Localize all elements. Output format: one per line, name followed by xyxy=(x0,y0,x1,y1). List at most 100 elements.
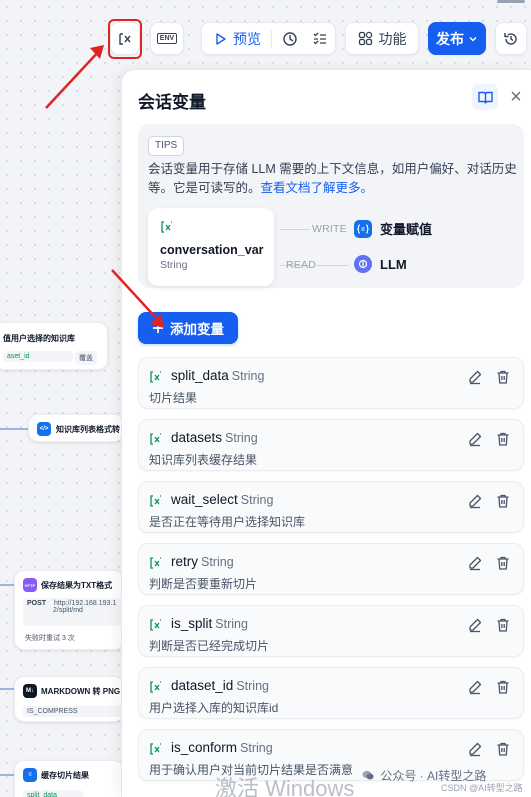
edit-icon[interactable] xyxy=(467,431,483,452)
variable-type: String xyxy=(231,369,265,383)
edit-icon[interactable] xyxy=(467,679,483,700)
workflow-node-code[interactable]: </> 知识库列表格式转 xyxy=(28,414,124,442)
delete-icon[interactable] xyxy=(495,679,511,700)
edit-icon[interactable] xyxy=(467,493,483,514)
variable-name: wait_select xyxy=(171,492,238,507)
version-history-button[interactable] xyxy=(495,22,527,55)
run-history-button[interactable] xyxy=(282,31,298,47)
llm-icon xyxy=(354,255,372,273)
toolbar-divider xyxy=(271,29,272,48)
features-grid-icon xyxy=(358,31,372,46)
chevron-down-icon xyxy=(469,36,477,42)
add-variable-label: 添加变量 xyxy=(170,322,224,337)
edit-icon[interactable] xyxy=(467,741,483,762)
checklist-icon xyxy=(313,32,326,44)
edit-icon[interactable] xyxy=(467,555,483,576)
edge-line xyxy=(0,774,14,776)
variable-name-row: datasets String xyxy=(171,430,258,445)
edge-line xyxy=(0,428,28,430)
node-chip: IS_COMPRESS xyxy=(23,706,123,717)
variable-item[interactable]: dataset_id String 用户选择入库的知识库id xyxy=(138,667,524,719)
annotation-arrow-icon xyxy=(45,45,104,109)
history-clock-icon xyxy=(283,31,297,46)
workflow-node-http[interactable]: HTTP 保存结果为TXT格式 POST http://192.168.193.… xyxy=(14,570,124,650)
variable-name-row: is_conform String xyxy=(171,740,273,755)
preview-label: 预览 xyxy=(233,30,261,47)
node-retry: 失败时重试 3 次 xyxy=(25,635,75,642)
node-chip: split_data xyxy=(23,790,83,797)
variable-name-row: is_split String xyxy=(171,616,248,631)
variable-description: 用户选择入库的知识库id xyxy=(149,701,279,715)
tips-text: 会话变量用于存储 LLM 需要的上下文信息，如用户偏好、对话历史等。它是可读写的… xyxy=(148,160,518,198)
conversation-variables-panel: 会话变量 × TIPS 会话变量用于存储 LLM 需要的上下文信息，如用户偏好、… xyxy=(121,69,531,797)
variable-type: String xyxy=(240,493,274,507)
variable-item[interactable]: wait_select String 是否正在等待用户选择知识库 xyxy=(138,481,524,533)
read-label: READ xyxy=(286,259,316,271)
node-method: POST xyxy=(27,600,47,607)
tips-box: TIPS 会话变量用于存储 LLM 需要的上下文信息，如用户偏好、对话历史等。它… xyxy=(138,124,524,288)
delete-icon[interactable] xyxy=(495,493,511,514)
env-button[interactable]: ENV xyxy=(150,22,184,55)
variable-icon xyxy=(149,556,163,575)
checklist-button[interactable] xyxy=(312,31,328,47)
variable-description: 知识库列表缓存结果 xyxy=(149,453,258,467)
variable-name: is_split xyxy=(171,616,213,631)
tips-tag: TIPS xyxy=(148,136,185,156)
variable-description: 判断是否要重新切片 xyxy=(149,577,258,591)
edge-line xyxy=(0,688,14,690)
annotation-highlight-box xyxy=(108,19,142,59)
variable-name-row: retry String xyxy=(171,554,234,569)
workflow-node-assign[interactable]: 值用户选择的知识库 aset_id 覆盖 xyxy=(0,322,108,370)
variable-description: 判断是否已经完成切片 xyxy=(149,639,270,653)
delete-icon[interactable] xyxy=(495,741,511,762)
preview-button[interactable]: 预览 xyxy=(202,29,261,49)
delete-icon[interactable] xyxy=(495,369,511,390)
variable-item[interactable]: is_split String 判断是否已经完成切片 xyxy=(138,605,524,657)
variable-type: String xyxy=(215,617,248,631)
node-title: 知识库列表格式转 xyxy=(56,425,120,434)
delete-icon[interactable] xyxy=(495,617,511,638)
variable-description: 是否正在等待用户选择知识库 xyxy=(149,515,306,529)
docs-link[interactable]: 查看文档了解更多。 xyxy=(261,181,374,195)
assigner-icon xyxy=(354,219,372,238)
watermark-csdn: CSDN @AI转型之路 xyxy=(441,783,523,793)
variable-type: String xyxy=(201,555,234,569)
example-variable-type: String xyxy=(160,259,188,271)
window-edge xyxy=(497,0,525,3)
variable-name-row: wait_select String xyxy=(171,492,273,507)
close-button[interactable]: × xyxy=(506,86,526,108)
node-title: 缓存切片结果 xyxy=(41,771,89,780)
variable-item[interactable]: retry String 判断是否要重新切片 xyxy=(138,543,524,595)
features-label: 功能 xyxy=(378,30,407,47)
annotation-arrow-2-icon xyxy=(111,269,164,328)
variable-type: String xyxy=(240,741,273,755)
markdown-icon: M↓ xyxy=(23,684,37,698)
code-icon: </> xyxy=(37,422,51,436)
variable-icon xyxy=(160,220,262,239)
preview-run-group: 预览 xyxy=(201,22,336,55)
variable-item[interactable]: datasets String 知识库列表缓存结果 xyxy=(138,419,524,471)
example-variable-name: conversation_var xyxy=(160,243,264,257)
publish-button[interactable]: 发布 xyxy=(428,22,486,55)
variable-list: split_data String 切片结果 datasets String 知识库列表缓… xyxy=(138,357,524,791)
node-chip: aset_id xyxy=(3,351,73,362)
delete-icon[interactable] xyxy=(495,555,511,576)
variable-item[interactable]: split_data String 切片结果 xyxy=(138,357,524,409)
docs-button[interactable] xyxy=(472,84,498,110)
variable-name: dataset_id xyxy=(171,678,234,693)
node-request: POST http://192.168.193.1 2/split/md xyxy=(23,598,123,626)
variable-icon xyxy=(149,370,163,389)
workflow-node-markdown[interactable]: M↓ MARKDOWN 转 PNG IS_COMPRESS xyxy=(14,676,124,722)
variable-name: split_data xyxy=(171,368,229,383)
read-line-2 xyxy=(316,265,348,266)
assigner-label: 变量赋值 xyxy=(380,222,433,237)
variable-name-row: dataset_id String xyxy=(171,678,269,693)
workflow-node-cache[interactable]: ≡ 缓存切片结果 split_data xyxy=(14,760,124,797)
features-button[interactable]: 功能 xyxy=(345,22,419,55)
edit-icon[interactable] xyxy=(467,369,483,390)
variable-name-row: split_data String xyxy=(171,368,264,383)
edit-icon[interactable] xyxy=(467,617,483,638)
llm-label: LLM xyxy=(380,256,407,272)
delete-icon[interactable] xyxy=(495,431,511,452)
variable-type: String xyxy=(225,431,258,445)
